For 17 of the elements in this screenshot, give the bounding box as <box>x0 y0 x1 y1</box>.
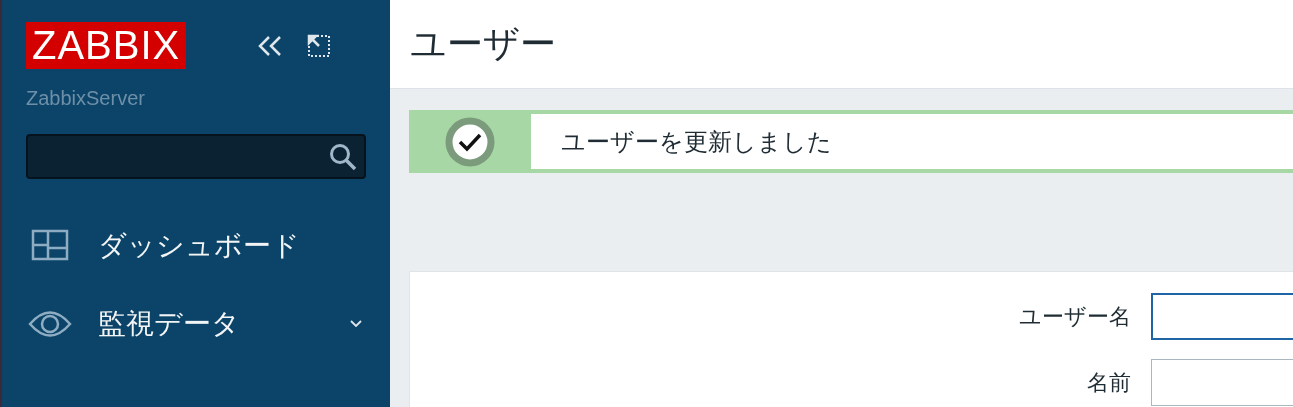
chevron-down-icon[interactable] <box>350 320 362 328</box>
menu-item[interactable]: 監視データ <box>28 285 366 363</box>
search-icon[interactable] <box>328 141 358 172</box>
kiosk-mode-icon[interactable] <box>306 32 333 59</box>
message-text: ユーザーを更新しました <box>561 126 832 158</box>
check-icon <box>445 116 495 167</box>
menu-item[interactable]: ダッシュボード <box>28 207 366 285</box>
menu-label[interactable]: ダッシュボード <box>98 227 366 265</box>
field-label: ユーザー名 <box>1018 302 1131 331</box>
input-field[interactable] <box>1151 359 1293 406</box>
page-title: ユーザー <box>410 21 556 66</box>
zabbix-logo[interactable]: ZABBIX <box>26 22 187 69</box>
input-field[interactable] <box>1151 293 1293 340</box>
server-name: ZabbixServer <box>26 87 146 110</box>
search-field[interactable] <box>26 134 366 179</box>
menu-label[interactable]: 監視データ <box>98 305 350 343</box>
field-label: 名前 <box>1086 368 1131 397</box>
